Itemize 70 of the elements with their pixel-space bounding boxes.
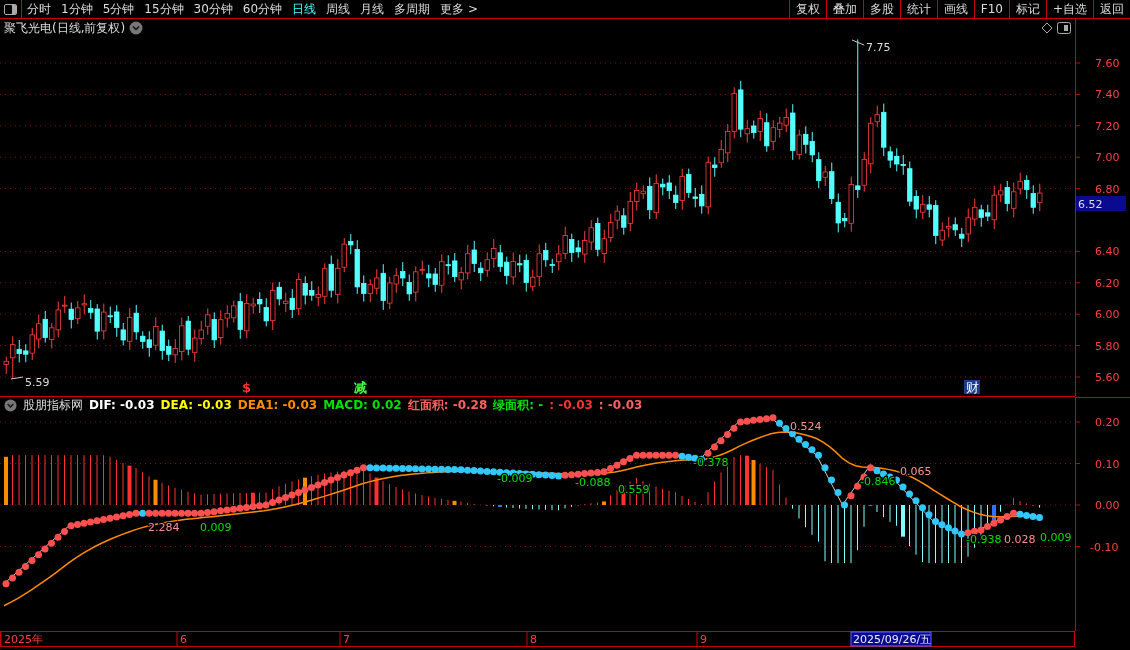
toolbar-button[interactable]: 复权 [788,0,826,18]
axis-tick-label: 6.40 [1095,245,1120,259]
event-marker[interactable]: 减 [354,380,367,395]
layout-toggle-icon[interactable] [1057,22,1071,34]
period-tab[interactable]: 月线 [355,0,390,18]
period-tab[interactable]: 更多 > [435,0,483,18]
value-annotation: -0.088 [575,476,611,489]
toolbar-button[interactable]: F10 [973,0,1009,18]
value-annotation: -0.846 [860,475,896,488]
axis-tick-label: 7.00 [1095,151,1120,165]
indicator-value: MACD: 0.02 [323,398,402,412]
axis-tick-label: 6.00 [1095,308,1120,322]
toolbar-button[interactable]: 叠加 [825,0,863,18]
period-tab[interactable]: 60分钟 [237,0,288,18]
value-annotation: 0.009 [200,521,232,534]
axis-tick-label: 0.00 [1095,499,1120,512]
period-tab[interactable]: 多周期 [389,0,436,18]
date-label: 9 [700,633,707,646]
current-price-label: 6.52 [1076,196,1126,211]
toolbar-button[interactable]: +自选 [1045,0,1093,18]
axis-tick-label: -0.10 [1090,540,1119,554]
period-tab[interactable]: 1分钟 [56,0,98,18]
axis-tick-label: 5.80 [1095,339,1120,353]
indicator-value: 绿面积: - [493,396,544,414]
date-cursor-label: 2025/09/26/五 [850,631,932,647]
axis-tick-label: 7.20 [1095,119,1120,133]
toolbar-button[interactable]: 画线 [936,0,974,18]
price-annotation: 5.59 [10,376,50,389]
indicator-value: DEA: -0.03 [160,398,232,412]
indicator-value: : -0.03 [549,398,593,412]
axis-tick-label: 6.80 [1095,182,1120,196]
indicator-value: : -0.03 [598,398,643,412]
indicator-value: 红面积: -0.28 [407,396,488,414]
value-annotation: 0.065 [900,465,932,478]
axis-tick-label: 0.10 [1095,457,1120,471]
indicator-value: DIF: -0.03 [89,398,155,412]
toolbar-button[interactable]: 多股 [862,0,900,18]
period-tab[interactable]: 5分钟 [97,0,140,18]
dropdown-icon[interactable] [4,398,17,412]
axis-tick-label: 5.60 [1095,371,1120,384]
value-annotation: 0.028 [1004,533,1036,546]
chart-title: 聚飞光电(日线,前复权) [4,19,126,37]
date-label: 2025年 [4,633,43,646]
period-tab[interactable]: 分时 [22,0,56,18]
value-annotation: 2.284 [148,521,180,534]
price-annotation: 7.75 [851,39,891,54]
value-annotation: -0.378 [693,456,729,469]
value-annotation: -0.009 [497,472,533,485]
indicator-name[interactable]: 股朋指标网 [23,397,83,413]
period-tab[interactable]: 15分钟 [139,0,189,18]
value-annotation: 0.009 [1040,531,1072,544]
dropdown-icon[interactable] [129,21,144,35]
period-tab[interactable]: 30分钟 [188,0,238,18]
period-tab[interactable]: 日线 [287,0,322,18]
period-tab[interactable]: 周线 [321,0,356,18]
date-label: 6 [180,633,187,646]
value-annotation: 0.524 [790,420,822,433]
indicator-value: DEA1: -0.03 [237,398,318,412]
date-label: 7 [343,633,350,646]
axis-tick-label: 7.40 [1095,88,1120,102]
toolbar-button[interactable]: 返回 [1093,0,1130,18]
event-marker[interactable]: 财 [964,380,980,395]
axis-tick-label: 7.60 [1095,57,1120,70]
axis-tick-label: 6.20 [1095,276,1120,290]
toolbar-button[interactable]: 标记 [1008,0,1046,18]
axis-tick-label: 0.20 [1095,416,1120,429]
toolbar-button[interactable]: 统计 [899,0,937,18]
event-marker[interactable]: $ [242,380,252,395]
diamond-icon[interactable] [1041,22,1053,34]
date-label: 8 [530,633,537,646]
